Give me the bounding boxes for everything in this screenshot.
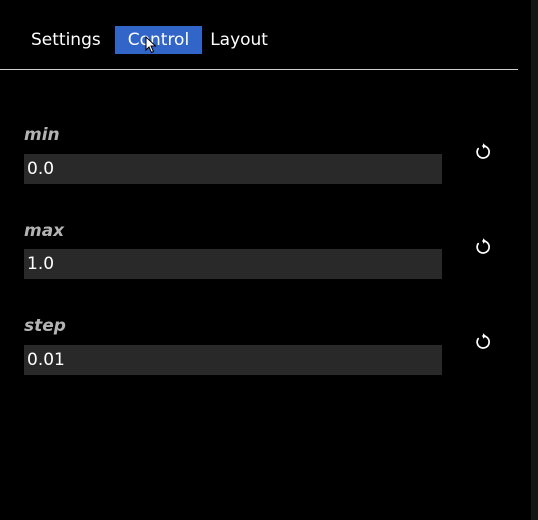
scrollbar-track[interactable] xyxy=(531,0,538,520)
tab-settings[interactable]: Settings xyxy=(24,26,108,54)
step-reset-icon[interactable] xyxy=(472,331,494,353)
tab-divider xyxy=(0,69,518,70)
min-input[interactable] xyxy=(24,154,442,184)
max-input[interactable] xyxy=(24,249,442,279)
min-label: min xyxy=(24,125,60,145)
step-input[interactable] xyxy=(24,345,442,375)
max-label: max xyxy=(24,221,65,241)
tab-bar: Settings Control Layout xyxy=(24,26,280,54)
step-label: step xyxy=(24,316,66,336)
min-reset-icon[interactable] xyxy=(472,141,494,163)
max-reset-icon[interactable] xyxy=(472,236,494,258)
tab-layout[interactable]: Layout xyxy=(203,26,275,54)
settings-panel: Settings Control Layout min max step xyxy=(0,0,538,520)
tab-control[interactable]: Control xyxy=(114,26,203,54)
